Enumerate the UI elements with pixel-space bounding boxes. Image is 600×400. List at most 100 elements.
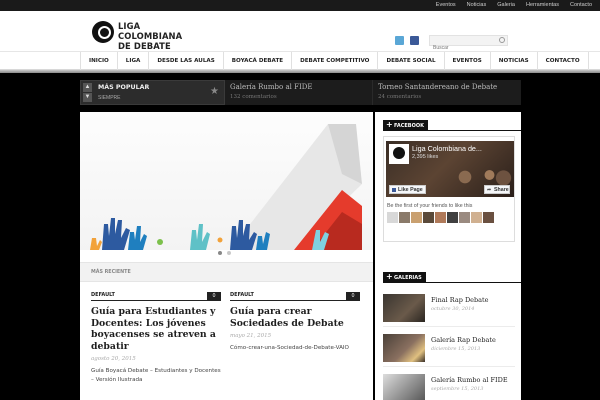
logo-line-1: LIGA COLOMBIANA: [118, 21, 183, 41]
ticker-item[interactable]: Galería Rumbo al FIDE 132 comentarios: [225, 80, 373, 105]
gallery-thumbnail[interactable]: [383, 334, 425, 362]
sidebar: +FACEBOOK Liga Colombiana de... 2,395 li…: [375, 112, 521, 400]
ticker-item-title[interactable]: Torneo Santandereano de Debate: [378, 83, 497, 91]
nav-item-liga[interactable]: LIGA: [118, 52, 150, 70]
post-excerpt: Guía Boyacá Debate – Estudiantes y Docen…: [91, 368, 221, 383]
gallery-item[interactable]: Final Rap Debate octubre 30, 2014: [383, 294, 515, 324]
logo-mark-icon: [92, 21, 114, 43]
top-link-herramientas[interactable]: Herramientas: [526, 0, 559, 11]
top-link-noticias[interactable]: Noticias: [467, 0, 487, 11]
site-logo[interactable]: LIGA COLOMBIANA DE DEBATE: [92, 21, 202, 51]
facebook-page-name[interactable]: Liga Colombiana de...: [412, 144, 482, 153]
gallery-item[interactable]: Galería Rap Debate diciembre 15, 2013: [383, 334, 515, 364]
post-excerpt: Cómo-crear-una-Sociedad-de-Debate-VAIO: [230, 345, 349, 351]
gallery-title[interactable]: Galería Rumbo al FIDE: [431, 376, 508, 384]
avatar[interactable]: [483, 212, 494, 223]
friend-avatars: [387, 212, 494, 223]
recent-header: MÁS RECIENTE: [80, 262, 373, 282]
facebook-widget-label: FACEBOOK: [394, 123, 424, 129]
avatar[interactable]: [411, 212, 422, 223]
gallery-title[interactable]: Final Rap Debate: [431, 296, 489, 304]
gallery-date: septiembre 15, 2013: [431, 386, 484, 392]
avatar[interactable]: [459, 212, 470, 223]
post-divider: [91, 300, 221, 301]
gallery-divider: [383, 326, 515, 327]
nav-item-noticias[interactable]: NOTICIAS: [491, 52, 538, 70]
nav-item-desde-las-aulas[interactable]: DESDE LAS AULAS: [149, 52, 224, 70]
chevron-up-icon[interactable]: ▲: [83, 83, 92, 92]
search-box: [429, 35, 508, 53]
post-category[interactable]: DEFAULT: [230, 292, 360, 298]
featured-slider[interactable]: [80, 112, 373, 256]
top-bar: Eventos Noticias Galeria Herramientas Co…: [0, 0, 600, 11]
nav-item-inicio[interactable]: INICIO: [81, 52, 118, 70]
gallery-date: diciembre 15, 2013: [431, 346, 481, 352]
widget-title-line: [383, 282, 521, 283]
logo-text: LIGA COLOMBIANA DE DEBATE: [118, 21, 202, 51]
nav-item-contacto[interactable]: CONTACTO: [538, 52, 589, 70]
post-title[interactable]: Guía para Estudiantes y Docentes: Los jó…: [91, 306, 221, 352]
post-date: agosto 20, 2015: [91, 356, 136, 362]
slider-dot[interactable]: [218, 251, 222, 255]
ticker-arrows: ▲ ▼: [83, 83, 93, 103]
post-date: mayo 21, 2015: [230, 333, 272, 339]
site-header: LIGA COLOMBIANA DE DEBATE: [0, 11, 600, 53]
facebook-icon[interactable]: [410, 36, 419, 45]
facebook-likes-count: 2,395 likes: [412, 154, 439, 160]
avatar[interactable]: [447, 212, 458, 223]
slider-dots: [218, 251, 231, 255]
post-card: DEFAULT 0 Guía para crear Sociedades de …: [230, 292, 360, 353]
decor-dot: [217, 237, 223, 243]
plus-icon: +: [386, 272, 393, 281]
post-category[interactable]: DEFAULT: [91, 292, 221, 298]
plus-icon: +: [386, 120, 393, 129]
share-button[interactable]: Share: [484, 185, 510, 194]
avatar[interactable]: [423, 212, 434, 223]
gallery-item[interactable]: Galería Rumbo al FIDE septiembre 15, 201…: [383, 374, 515, 400]
like-page-button[interactable]: Like Page: [389, 185, 426, 194]
ticker-item-title[interactable]: Galería Rumbo al FIDE: [230, 83, 312, 91]
ticker-item-comments: 132 comentarios: [230, 94, 277, 100]
galleries-widget-label: GALERIAS: [394, 275, 422, 281]
popular-ticker: ▲ ▼ MÁS POPULAR SIEMPRE ★ Galería Rumbo …: [80, 80, 521, 105]
post-divider: [230, 300, 360, 301]
nav-item-debate-competitivo[interactable]: DEBATE COMPETITIVO: [292, 52, 379, 70]
slider-dot[interactable]: [227, 251, 231, 255]
avatar[interactable]: [435, 212, 446, 223]
galleries-widget-title: +GALERIAS: [383, 272, 426, 282]
gallery-title[interactable]: Galería Rap Debate: [431, 336, 496, 344]
popular-title: MÁS POPULAR: [98, 84, 150, 91]
widget-title-line: [383, 130, 521, 131]
top-link-contacto[interactable]: Contacto: [570, 0, 592, 11]
facebook-friends-text: Be the first of your friends to like thi…: [387, 203, 473, 209]
gallery-thumbnail[interactable]: [383, 374, 425, 400]
avatar[interactable]: [471, 212, 482, 223]
facebook-widget-title: +FACEBOOK: [383, 120, 428, 130]
popular-box: ▲ ▼ MÁS POPULAR SIEMPRE ★: [80, 80, 225, 105]
gallery-thumbnail[interactable]: [383, 294, 425, 322]
top-link-galeria[interactable]: Galeria: [497, 0, 515, 11]
facebook-profile-picture[interactable]: [389, 144, 409, 164]
nav-item-boyaca-debate[interactable]: BOYACÁ DEBATE: [224, 52, 293, 70]
search-icon[interactable]: [499, 37, 505, 43]
top-link-eventos[interactable]: Eventos: [436, 0, 456, 11]
ticker-item[interactable]: Torneo Santandereano de Debate 24 coment…: [373, 80, 521, 105]
top-links: Eventos Noticias Galeria Herramientas Co…: [436, 0, 592, 11]
star-icon: ★: [210, 86, 219, 97]
post-title[interactable]: Guía para crear Sociedades de Debate: [230, 306, 360, 329]
post-card: DEFAULT 0 Guía para Estudiantes y Docent…: [91, 292, 221, 385]
slider-illustration: [90, 124, 362, 250]
chevron-down-icon[interactable]: ▼: [83, 93, 92, 102]
nav-item-debate-social[interactable]: DEBATE SOCIAL: [378, 52, 445, 70]
facebook-cover[interactable]: Liga Colombiana de... 2,395 likes Like P…: [386, 141, 514, 197]
cover-photo-people: [444, 165, 514, 185]
gallery-date: octubre 30, 2014: [431, 306, 475, 312]
nav-item-eventos[interactable]: EVENTOS: [445, 52, 491, 70]
twitter-icon[interactable]: [395, 36, 404, 45]
main-nav: INICIO LIGA DESDE LAS AULAS BOYACÁ DEBAT…: [0, 51, 600, 70]
nav-list: INICIO LIGA DESDE LAS AULAS BOYACÁ DEBAT…: [80, 52, 589, 70]
comment-count-badge[interactable]: 0: [346, 292, 360, 300]
avatar[interactable]: [387, 212, 398, 223]
avatar[interactable]: [399, 212, 410, 223]
comment-count-badge[interactable]: 0: [207, 292, 221, 300]
